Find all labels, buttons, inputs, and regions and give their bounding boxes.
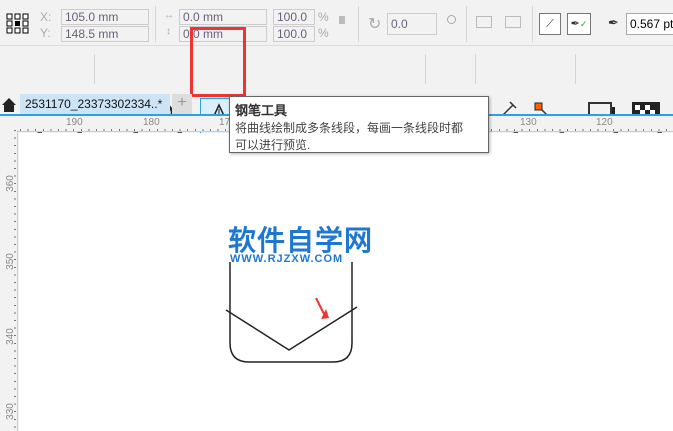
outline-pen-icon: ✒ xyxy=(608,15,619,30)
watermark-url: WWW.RJZXW.COM xyxy=(230,253,344,265)
ruler-label: 120 xyxy=(596,117,613,128)
width-input[interactable]: 0.0 mm xyxy=(179,9,267,25)
percent-label: % xyxy=(318,26,329,40)
outline-pen-button[interactable]: ✒✓ xyxy=(567,13,591,35)
property-bar: X: Y: 105.0 mm 148.5 mm ↔ ↕ 0.0 mm 0.0 m… xyxy=(0,0,673,46)
rotation-input[interactable]: 0.0 xyxy=(387,13,437,35)
degree-icon xyxy=(447,15,456,24)
y-position-input[interactable]: 148.5 mm xyxy=(61,26,149,42)
x-position-input[interactable]: 105.0 mm xyxy=(61,9,149,25)
x-label: X: xyxy=(40,10,52,24)
node-zoom-button[interactable]: ⟋ xyxy=(539,13,561,35)
pen-tool-highlight xyxy=(190,27,246,97)
tooltip-line: 将曲线绘制成多条线段，每画一条线段时都 xyxy=(235,121,464,135)
outline-width-input[interactable]: 0.567 pt xyxy=(626,13,673,35)
v-path xyxy=(225,306,358,351)
drawing xyxy=(225,262,358,363)
tooltip-line: 可以进行预览. xyxy=(235,138,311,152)
height-icon: ↕ xyxy=(166,26,171,37)
toolbox: 字 xyxy=(0,27,673,138)
rounded-path xyxy=(229,262,353,363)
ruler-label: 180 xyxy=(143,117,160,128)
scale-y-input[interactable]: 100.0 xyxy=(273,26,315,42)
scale-x-input[interactable]: 100.0 xyxy=(273,9,315,25)
tooltip-title: 钢笔工具 xyxy=(235,103,288,118)
red-arrow xyxy=(315,297,326,317)
rotate-icon: ↻ xyxy=(368,16,382,33)
tab-document[interactable]: 2531170_23373302334..* xyxy=(20,94,170,114)
ruler-label: 130 xyxy=(520,117,537,128)
pen-tool-tooltip: 钢笔工具 将曲线绘制成多条线段，每画一条线段时都 可以进行预览. xyxy=(229,96,489,153)
lock-ratio-icon[interactable] xyxy=(339,16,345,24)
drawing-canvas[interactable]: 软件自学网 WWW.RJZXW.COM xyxy=(19,133,673,431)
home-icon[interactable] xyxy=(2,98,16,112)
vertical-ruler[interactable]: 360 350 340 330 xyxy=(0,130,18,431)
y-label: Y: xyxy=(40,26,51,40)
add-tab-button[interactable]: + xyxy=(172,94,192,114)
object-origin-icon[interactable] xyxy=(6,13,30,35)
width-icon: ↔ xyxy=(164,10,174,21)
ruler-label: 190 xyxy=(66,117,83,128)
percent-label: % xyxy=(318,10,329,24)
mirror-vertical-icon[interactable] xyxy=(505,16,521,28)
mirror-horizontal-icon[interactable] xyxy=(476,16,492,28)
